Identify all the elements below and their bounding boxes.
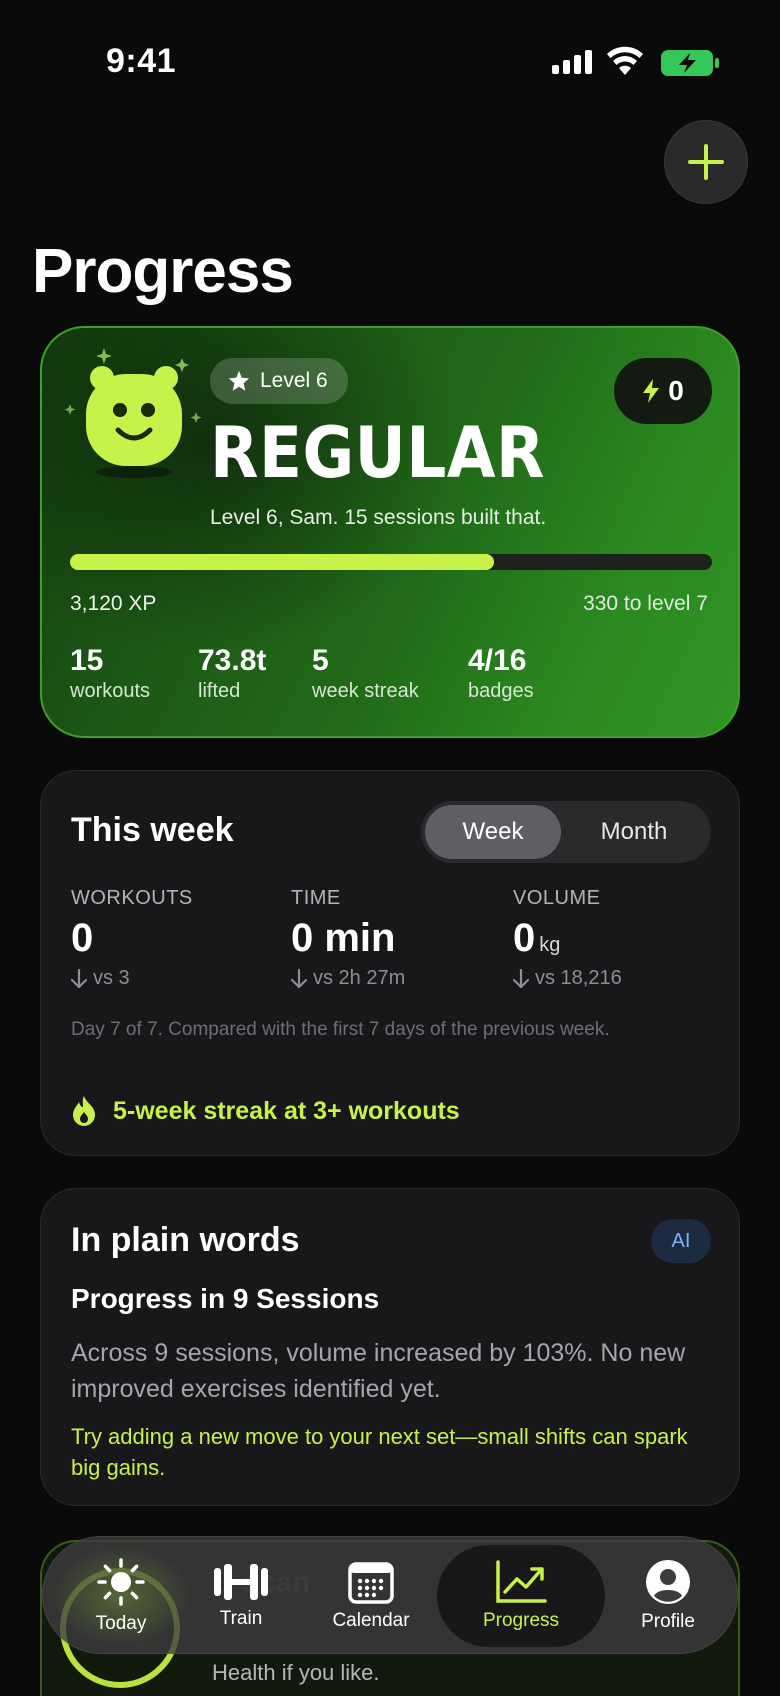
this-week-title: This week [71, 811, 234, 849]
status-time: 9:41 [106, 42, 177, 80]
lightning-icon [643, 379, 660, 403]
stat-lifted: 73.8t lifted [198, 644, 266, 703]
xp-progress-fill [70, 554, 494, 570]
page-title: Progress [32, 237, 294, 306]
tab-label: Calendar [332, 1610, 410, 1631]
xp-total: 3,120 XP [70, 592, 157, 615]
level-badge: Level 6 [210, 358, 348, 404]
tab-label: Train [219, 1608, 263, 1629]
mascot-icon [64, 348, 202, 478]
level-card[interactable]: Level 6 0 REGULAR Level 6, Sam. 15 sessi… [40, 326, 740, 738]
energy-badge[interactable]: 0 [614, 358, 712, 424]
metric-time: TIME 0 min vs 2h 27m [291, 887, 405, 990]
tab-label: Progress [482, 1610, 560, 1631]
status-bar: 9:41 [0, 0, 780, 120]
tab-progress[interactable]: Progress [437, 1537, 605, 1655]
this-week-card: This week Week Month WORKOUTS 0 vs 3 TIM… [40, 770, 740, 1156]
stat-label: lifted [198, 680, 241, 702]
ai-tip: Try adding a new move to your next set—s… [71, 1424, 688, 1480]
tab-train[interactable]: Train [181, 1537, 301, 1655]
tab-profile[interactable]: Profile [603, 1537, 733, 1655]
plus-icon [688, 144, 724, 180]
comparison-note: Day 7 of 7. Compared with the first 7 da… [71, 1019, 610, 1040]
stat-week-streak: 5 week streak [312, 644, 419, 703]
xp-progress-bar [70, 554, 712, 570]
level-label: Level 6 [260, 369, 328, 392]
streak-text: 5-week streak at 3+ workouts [113, 1096, 460, 1125]
person-icon [646, 1560, 690, 1604]
ai-subtitle: Progress in 9 Sessions [71, 1283, 380, 1314]
metric-volume: VOLUME 0 kg vs 18,216 [513, 887, 622, 990]
tab-label: Profile [641, 1611, 695, 1632]
metric-delta: vs 18,216 [513, 967, 622, 990]
metric-workouts: WORKOUTS 0 vs 3 [71, 887, 193, 990]
stat-badges: 4/16 badges [468, 644, 534, 703]
metric-value: 0 min [291, 916, 396, 960]
in-plain-words-card: In plain words AI Progress in 9 Sessions… [40, 1188, 740, 1506]
body-scan-text: Health if you like. [212, 1660, 380, 1685]
stat-label: badges [468, 680, 534, 702]
metric-header: WORKOUTS [71, 887, 193, 909]
wifi-icon [607, 46, 643, 75]
segment-week[interactable]: Week [425, 805, 561, 859]
metric-unit: kg [539, 934, 561, 956]
signal-icon [552, 50, 592, 74]
stat-label: week streak [312, 680, 419, 702]
stat-value: 73.8t [198, 644, 267, 677]
add-button[interactable] [664, 120, 748, 204]
stat-value: 4/16 [468, 644, 527, 677]
stat-workouts: 15 workouts [70, 644, 150, 703]
battery-charging-icon [661, 50, 719, 76]
calendar-icon [348, 1562, 394, 1604]
metric-value: 0 [71, 916, 94, 960]
arrow-down-icon [291, 968, 307, 988]
trend-chart-icon [496, 1560, 547, 1603]
tab-calendar[interactable]: Calendar [301, 1537, 441, 1655]
period-segmented-control: Week Month [421, 801, 711, 863]
xp-to-next-level: 330 to level 7 [583, 592, 708, 615]
sun-icon [97, 1558, 145, 1606]
tab-label: Today [95, 1613, 147, 1634]
arrow-down-icon [513, 968, 529, 988]
tab-bar: Today Train Calendar Progress Profile [42, 1536, 738, 1654]
flame-icon [73, 1096, 95, 1126]
in-plain-words-title: In plain words [71, 1221, 300, 1259]
energy-count: 0 [668, 375, 684, 406]
tab-today[interactable]: Today [51, 1537, 191, 1655]
streak-row: 5-week streak at 3+ workouts [71, 1095, 460, 1127]
star-icon [228, 370, 250, 391]
metric-value: 0 kg [513, 916, 561, 960]
metric-delta: vs 3 [71, 967, 193, 990]
arrow-down-icon [71, 968, 87, 988]
rank-title: REGULAR [210, 412, 545, 494]
stat-value: 15 [70, 644, 104, 677]
dumbbell-icon [214, 1564, 268, 1600]
stat-value: 5 [312, 644, 329, 677]
metric-header: TIME [291, 887, 341, 909]
metric-header: VOLUME [513, 887, 601, 909]
level-subtitle: Level 6, Sam. 15 sessions built that. [210, 506, 547, 529]
segment-month[interactable]: Month [561, 805, 707, 859]
ai-badge: AI [651, 1219, 711, 1263]
metric-delta: vs 2h 27m [291, 967, 405, 990]
stat-label: workouts [70, 680, 151, 702]
ai-summary: Across 9 sessions, volume increased by 1… [71, 1339, 686, 1403]
